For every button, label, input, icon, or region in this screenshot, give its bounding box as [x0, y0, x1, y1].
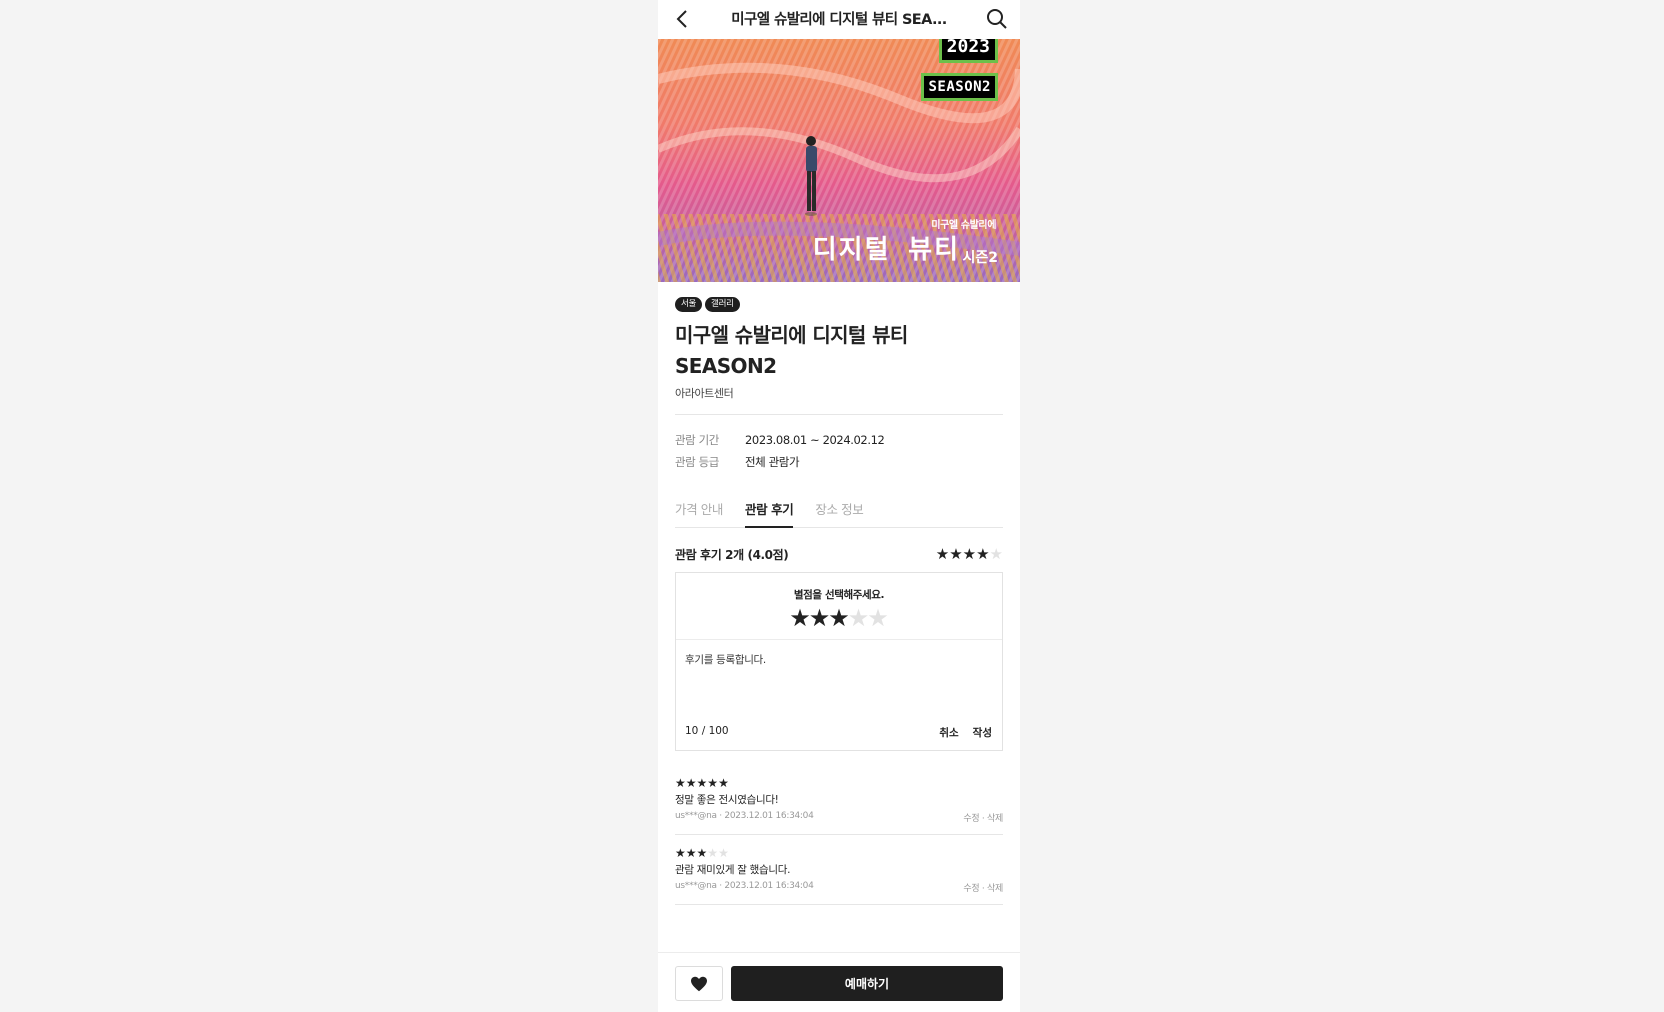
rating-stars-input[interactable]: ★ ★ ★ ★ ★	[676, 606, 1002, 630]
info-label: 관람 등급	[675, 455, 719, 469]
star-filled-icon: ★	[685, 846, 697, 860]
heart-icon	[691, 976, 707, 991]
tag-list: 서울 갤러리	[675, 297, 1003, 312]
review-author-date: us***@na · 2023.12.01 16:34:04	[675, 881, 814, 891]
info-row-period: 관람 기간 2023.08.01 ~ 2024.02.12	[675, 429, 1003, 451]
review-rating-stars: ★ ★ ★ ★ ★	[675, 777, 1003, 789]
exhibition-title-line1: 미구엘 슈발리에 디지털 뷰티	[675, 323, 908, 347]
search-icon	[987, 9, 1007, 29]
review-count: 관람 후기 2개 (4.0점)	[675, 548, 789, 562]
chevron-left-icon	[676, 10, 687, 28]
info-label: 관람 기간	[675, 433, 719, 447]
submit-button[interactable]: 작성	[973, 725, 992, 740]
like-button[interactable]	[675, 966, 723, 1001]
separator: ·	[981, 884, 985, 894]
star-filled-icon[interactable]: ★	[789, 606, 811, 630]
form-actions: 취소 작성	[939, 725, 992, 740]
review-text: 관람 재미있게 잘 했습니다.	[675, 864, 791, 876]
review-rating-stars: ★ ★ ★ ★ ★	[675, 847, 1003, 859]
star-filled-icon: ★	[962, 545, 977, 563]
star-filled-icon: ★	[718, 776, 729, 790]
delete-review-button[interactable]: 삭제	[987, 814, 1003, 824]
delete-review-button[interactable]: 삭제	[987, 884, 1003, 894]
star-filled-icon: ★	[675, 846, 686, 860]
back-button[interactable]	[670, 6, 696, 32]
star-filled-icon: ★	[696, 846, 708, 860]
rating-prompt: 별점을 선택해주세요.	[793, 589, 885, 601]
tag-category: 갤러리	[705, 297, 740, 312]
review-item: ★ ★ ★ ★ ★ 정말 좋은 전시였습니다! us***@na · 2023.12.0…	[675, 765, 1003, 835]
poster-year-badge: 2023	[938, 39, 998, 63]
average-rating-stars: ★ ★ ★ ★ ★	[936, 547, 1003, 562]
star-empty-icon: ★	[707, 846, 719, 860]
review-actions: 수정 · 삭제	[963, 811, 1003, 824]
star-filled-icon: ★	[696, 776, 708, 790]
star-filled-icon: ★	[685, 776, 697, 790]
form-footer: 10 / 100 취소 작성	[685, 725, 992, 740]
review-form: 별점을 선택해주세요. ★ ★ ★ ★ ★ 후기를 등록합니다. 10 / 100 취소…	[675, 572, 1003, 751]
rating-selector: 별점을 선택해주세요. ★ ★ ★ ★ ★	[676, 573, 1002, 640]
page-title: 미구엘 슈발리에 디지털 뷰티 SEA...	[731, 12, 947, 28]
search-button[interactable]	[984, 5, 1010, 33]
review-item: ★ ★ ★ ★ ★ 관람 재미있게 잘 했습니다. us***@na · 2023.12…	[675, 835, 1003, 905]
book-button[interactable]: 예매하기	[731, 966, 1003, 1001]
exhibition-title: 미구엘 슈발리에 디지털 뷰티 SEASON2	[675, 320, 1003, 382]
review-author-date: us***@na · 2023.12.01 16:34:04	[675, 811, 814, 821]
review-meta: us***@na · 2023.12.01 16:34:04 수정 · 삭제	[675, 881, 1003, 894]
info-list: 관람 기간 2023.08.01 ~ 2024.02.12 관람 등급 전체 관…	[675, 429, 1003, 473]
star-filled-icon: ★	[935, 545, 950, 563]
star-filled-icon: ★	[675, 776, 686, 790]
detail-content: 서울 갤러리 미구엘 슈발리에 디지털 뷰티 SEASON2 아라아트센터 관람…	[658, 297, 1020, 905]
tab-price[interactable]: 가격 안내	[675, 499, 723, 527]
star-filled-icon: ★	[707, 776, 719, 790]
exhibition-poster: 2023 SEASON2 미구엘 슈발리에 디지털 뷰티 시즌2	[658, 39, 1020, 282]
star-filled-icon: ★	[949, 545, 963, 563]
review-actions: 수정 · 삭제	[963, 881, 1003, 894]
section-divider	[675, 414, 1003, 415]
info-row-rating: 관람 등급 전체 관람가	[675, 451, 1003, 473]
tab-bar: 가격 안내 관람 후기 장소 정보	[675, 499, 1003, 528]
star-filled-icon[interactable]: ★	[809, 606, 831, 630]
info-value: 전체 관람가	[745, 455, 800, 469]
top-header: 미구엘 슈발리에 디지털 뷰티 SEA...	[658, 0, 1020, 39]
poster-season-label: 시즌2	[962, 250, 998, 266]
star-empty-icon[interactable]: ★	[867, 606, 889, 630]
tag-region: 서울	[675, 297, 703, 312]
star-empty-icon[interactable]: ★	[848, 606, 870, 630]
mobile-page: 미구엘 슈발리에 디지털 뷰티 SEA... 2023 SEASON2 미구엘 …	[658, 0, 1020, 1012]
bottom-action-bar: 예매하기	[658, 952, 1020, 1012]
tab-reviews[interactable]: 관람 후기	[744, 499, 794, 528]
poster-season-badge: SEASON2	[921, 73, 998, 101]
separator: ·	[981, 814, 985, 824]
review-meta: us***@na · 2023.12.01 16:34:04 수정 · 삭제	[675, 811, 1003, 824]
exhibition-title-line2: SEASON2	[675, 354, 777, 378]
review-list: ★ ★ ★ ★ ★ 정말 좋은 전시였습니다! us***@na · 2023.12.0…	[675, 765, 1003, 905]
review-textarea[interactable]: 후기를 등록합니다. 10 / 100 취소 작성	[676, 640, 1002, 750]
review-text: 정말 좋은 전시였습니다!	[675, 794, 779, 806]
review-summary: 관람 후기 2개 (4.0점) ★ ★ ★ ★ ★	[675, 546, 1003, 563]
poster-main-title: 디지털 뷰티	[812, 235, 960, 265]
star-filled-icon: ★	[976, 545, 990, 563]
star-filled-icon[interactable]: ★	[828, 606, 850, 630]
character-counter: 10 / 100	[685, 725, 729, 737]
exhibition-venue: 아라아트센터	[675, 387, 734, 400]
star-empty-icon: ★	[989, 545, 1003, 563]
info-value: 2023.08.01 ~ 2024.02.12	[745, 433, 885, 447]
cancel-button[interactable]: 취소	[939, 725, 958, 740]
edit-review-button[interactable]: 수정	[963, 884, 979, 894]
star-empty-icon: ★	[718, 846, 729, 860]
edit-review-button[interactable]: 수정	[963, 814, 979, 824]
tab-location[interactable]: 장소 정보	[815, 499, 863, 527]
review-input-text[interactable]: 후기를 등록합니다.	[676, 640, 1002, 667]
